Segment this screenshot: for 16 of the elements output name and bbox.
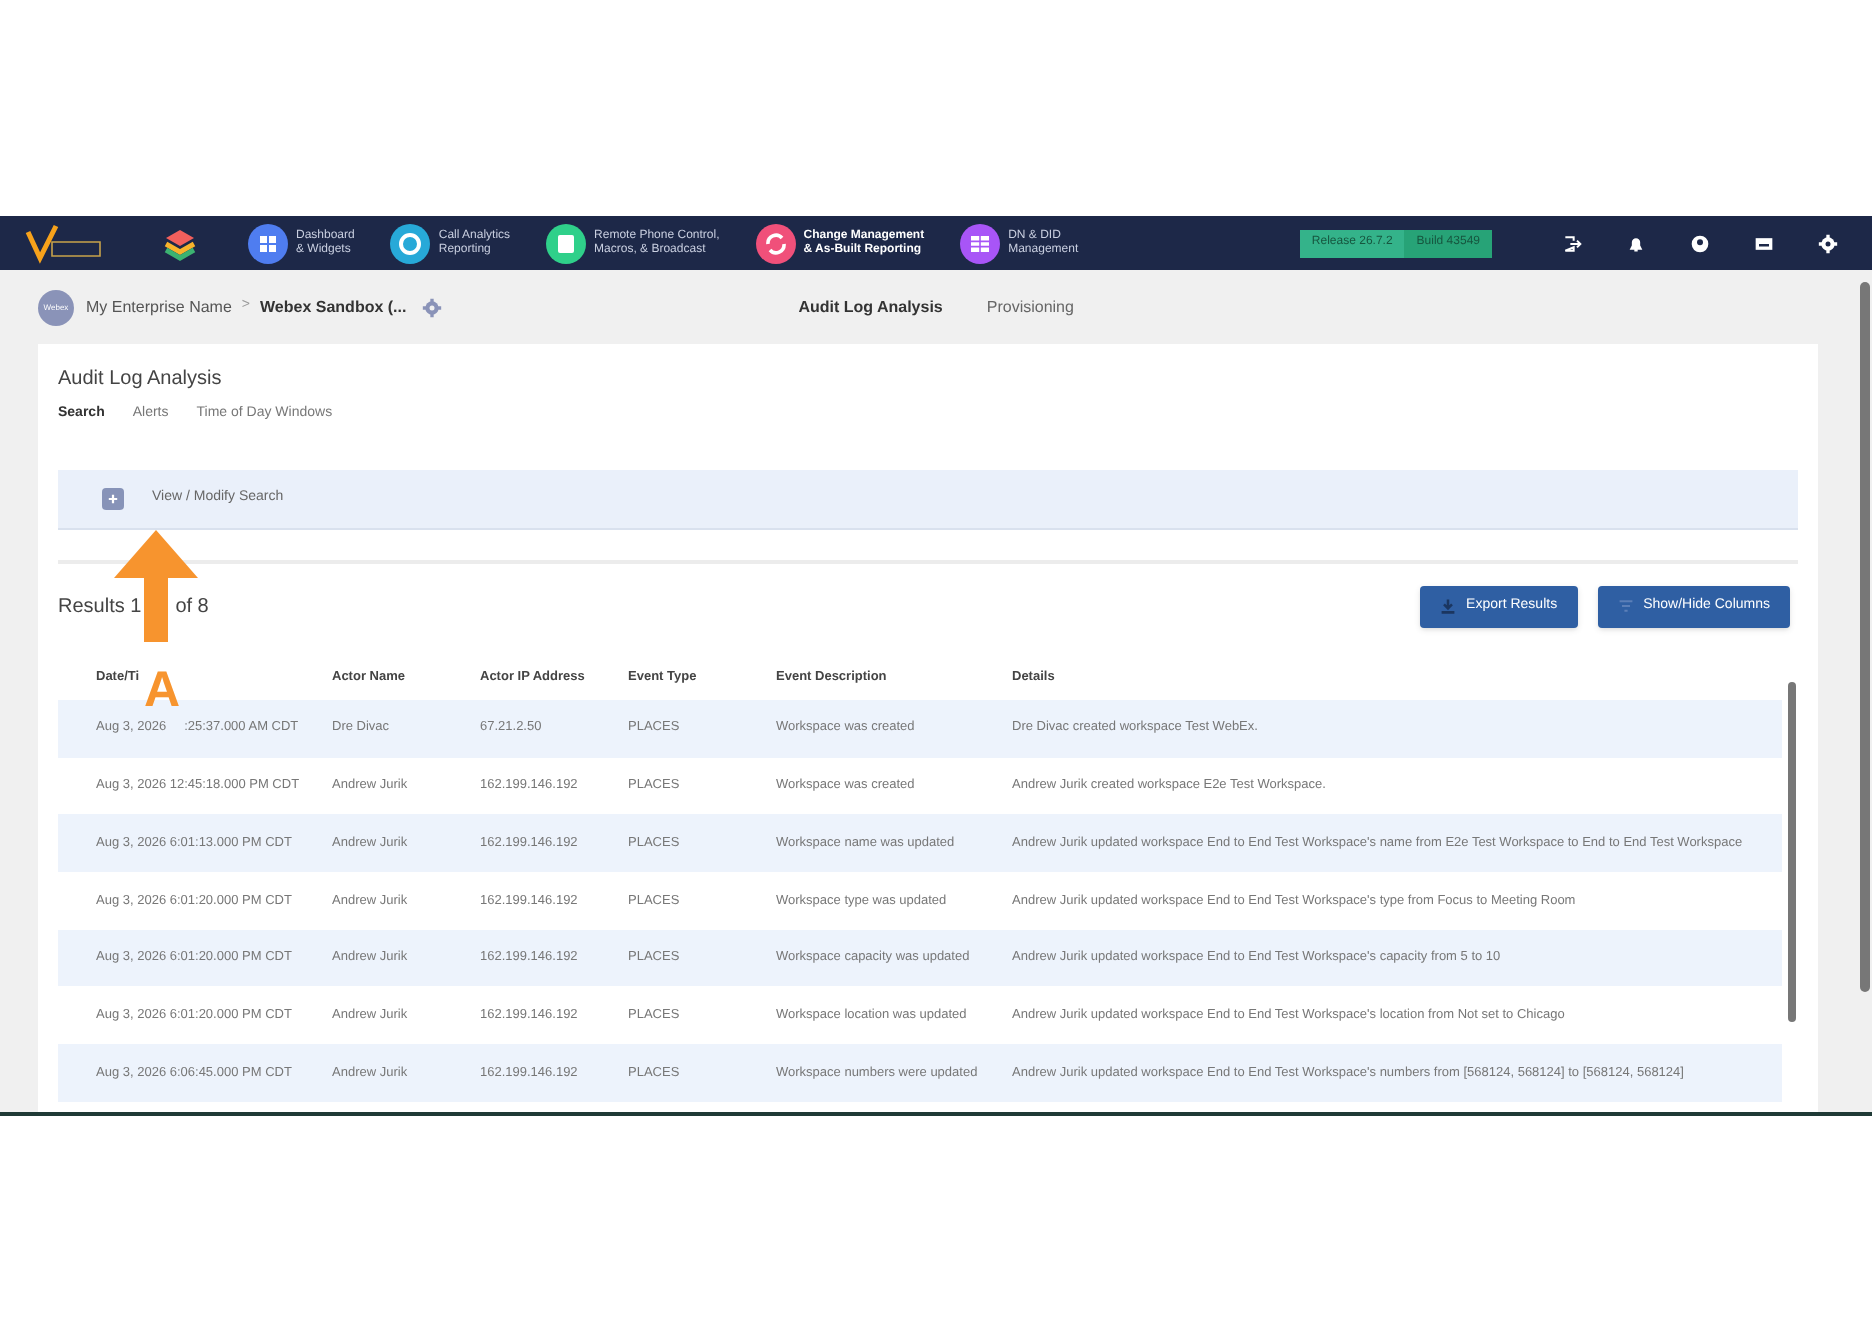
top-tab[interactable]: Audit Log Analysis [798, 295, 943, 319]
results-count: of 8 [175, 593, 209, 621]
expand-icon [102, 488, 124, 510]
breadcrumb-current[interactable]: Webex Sandbox (... [260, 295, 407, 319]
download-icon [1440, 598, 1457, 614]
logo-icon [24, 223, 104, 263]
breadcrumb-link[interactable]: My Enterprise Name [86, 295, 232, 319]
id-card-icon[interactable] [1754, 233, 1774, 253]
annotation-label: A [144, 668, 181, 712]
results-count: Results 1 [58, 593, 142, 621]
page-title: Audit Log Analysis [58, 366, 224, 394]
bell-icon[interactable] [1626, 233, 1646, 253]
top-tab[interactable]: Provisioning [986, 295, 1074, 319]
user-icon[interactable] [1690, 233, 1710, 253]
filter-icon [1617, 598, 1634, 614]
logout-icon[interactable] [1562, 233, 1582, 253]
